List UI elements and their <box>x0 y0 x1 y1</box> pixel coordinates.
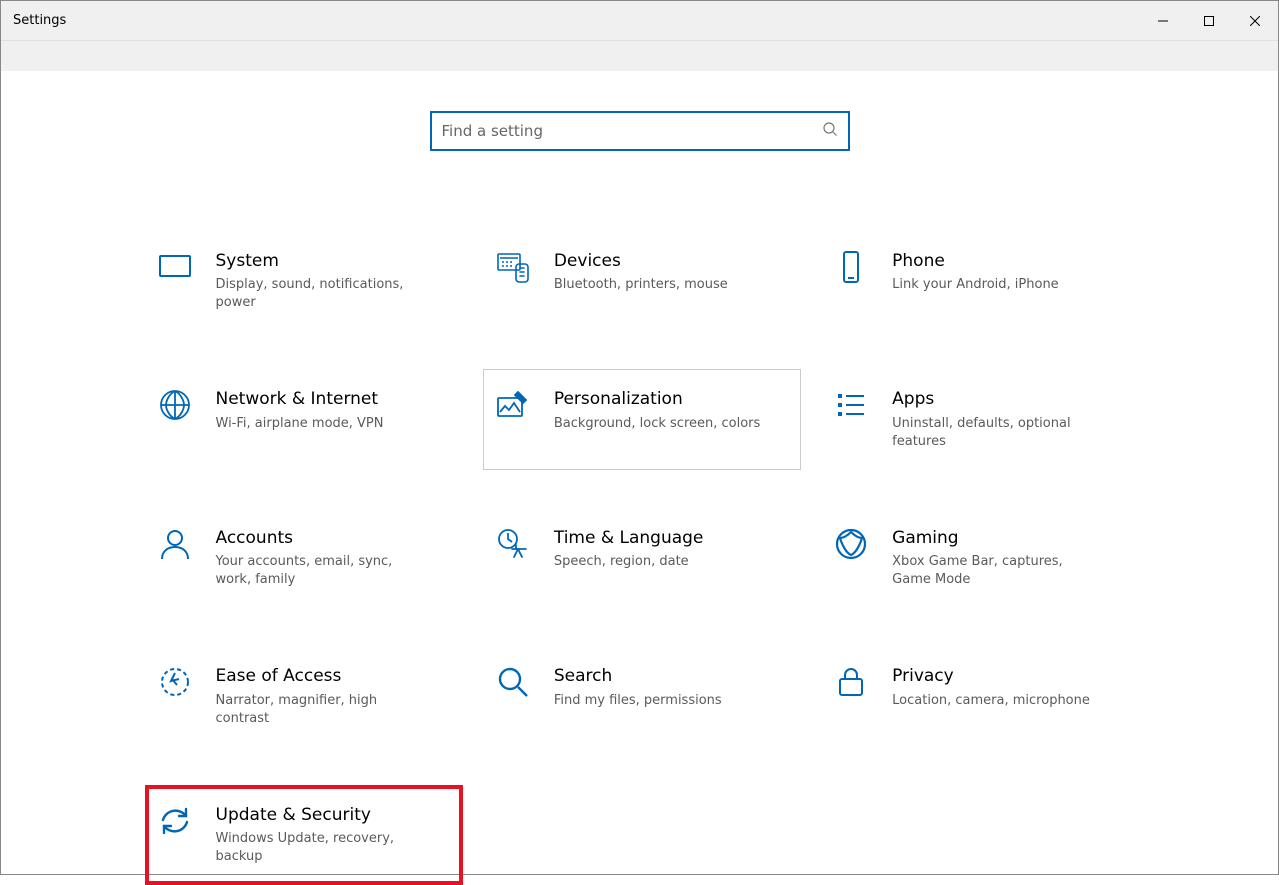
tile-desc: Xbox Game Bar, captures, Game Mode <box>892 553 1102 589</box>
tile-ease-of-access[interactable]: Ease of Access Narrator, magnifier, high… <box>145 646 463 746</box>
tile-desc: Background, lock screen, colors <box>554 415 764 433</box>
tile-time-language[interactable]: Time & Language Speech, region, date <box>483 508 801 608</box>
tile-title: Accounts <box>216 527 450 549</box>
tile-desc: Uninstall, defaults, optional features <box>892 415 1102 451</box>
accounts-icon <box>158 527 192 561</box>
tile-accounts[interactable]: Accounts Your accounts, email, sync, wor… <box>145 508 463 608</box>
privacy-icon <box>834 665 868 699</box>
ease-of-access-icon <box>158 665 192 699</box>
tile-desc: Windows Update, recovery, backup <box>216 830 426 866</box>
network-icon <box>158 388 192 422</box>
tile-personalization[interactable]: Personalization Background, lock screen,… <box>483 369 801 469</box>
tile-title: Devices <box>554 250 788 272</box>
tile-title: Update & Security <box>216 804 450 826</box>
update-security-icon <box>158 804 192 838</box>
search-category-icon <box>496 665 530 699</box>
tile-apps[interactable]: Apps Uninstall, defaults, optional featu… <box>821 369 1139 469</box>
gaming-icon <box>834 527 868 561</box>
tile-title: System <box>216 250 450 272</box>
tile-desc: Display, sound, notifications, power <box>216 276 426 312</box>
tile-system[interactable]: System Display, sound, notifications, po… <box>145 231 463 331</box>
tile-gaming[interactable]: Gaming Xbox Game Bar, captures, Game Mod… <box>821 508 1139 608</box>
tile-title: Apps <box>892 388 1126 410</box>
personalization-icon <box>496 388 530 422</box>
tile-desc: Speech, region, date <box>554 553 764 571</box>
titlebar: Settings <box>1 1 1278 41</box>
tile-desc: Location, camera, microphone <box>892 692 1102 710</box>
header-band <box>1 41 1278 71</box>
tile-desc: Your accounts, email, sync, work, family <box>216 553 426 589</box>
tile-phone[interactable]: Phone Link your Android, iPhone <box>821 231 1139 331</box>
maximize-button[interactable] <box>1186 1 1232 40</box>
tile-desc: Find my files, permissions <box>554 692 764 710</box>
tile-desc: Narrator, magnifier, high contrast <box>216 692 426 728</box>
tile-privacy[interactable]: Privacy Location, camera, microphone <box>821 646 1139 746</box>
close-button[interactable] <box>1232 1 1278 40</box>
search-box[interactable] <box>430 111 850 151</box>
tile-devices[interactable]: Devices Bluetooth, printers, mouse <box>483 231 801 331</box>
tile-title: Privacy <box>892 665 1126 687</box>
tile-title: Time & Language <box>554 527 788 549</box>
tile-network[interactable]: Network & Internet Wi-Fi, airplane mode,… <box>145 369 463 469</box>
time-language-icon <box>496 527 530 561</box>
tile-title: Network & Internet <box>216 388 450 410</box>
tile-title: Phone <box>892 250 1126 272</box>
tile-title: Ease of Access <box>216 665 450 687</box>
tile-desc: Wi-Fi, airplane mode, VPN <box>216 415 426 433</box>
search-icon <box>822 121 838 141</box>
minimize-button[interactable] <box>1140 1 1186 40</box>
tile-title: Search <box>554 665 788 687</box>
system-icon <box>158 250 192 284</box>
window-controls <box>1140 1 1278 40</box>
apps-icon <box>834 388 868 422</box>
tile-desc: Bluetooth, printers, mouse <box>554 276 764 294</box>
search-wrap <box>1 111 1278 151</box>
phone-icon <box>834 250 868 284</box>
tile-title: Gaming <box>892 527 1126 549</box>
settings-grid: System Display, sound, notifications, po… <box>140 231 1140 885</box>
tile-search[interactable]: Search Find my files, permissions <box>483 646 801 746</box>
tile-desc: Link your Android, iPhone <box>892 276 1102 294</box>
tile-title: Personalization <box>554 388 788 410</box>
tile-update-security[interactable]: Update & Security Windows Update, recove… <box>145 785 463 885</box>
search-input[interactable] <box>442 122 822 140</box>
devices-icon <box>496 250 530 284</box>
window-title: Settings <box>13 13 66 28</box>
